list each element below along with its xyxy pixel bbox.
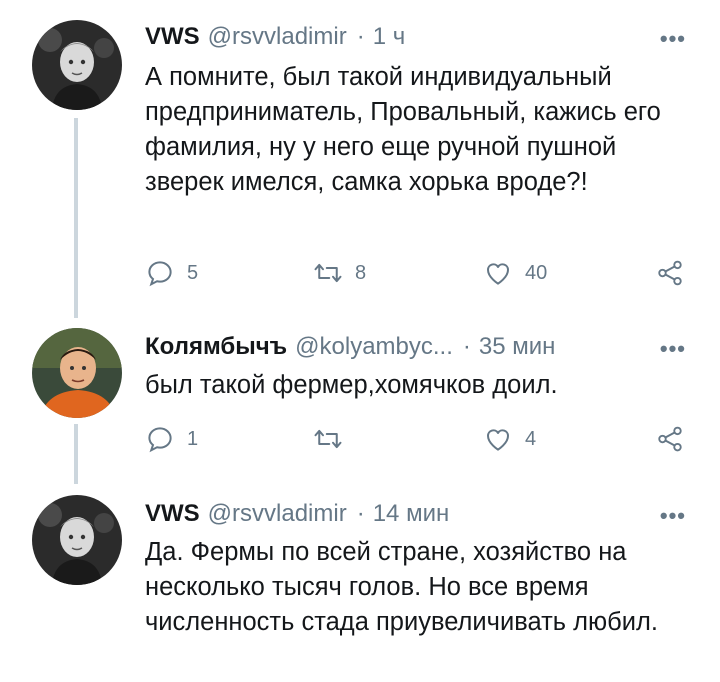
tweet-header: VWS @rsvvladimir · 14 мин xyxy=(145,499,449,529)
tweet-actions: 1 4 xyxy=(145,424,705,458)
like-button[interactable]: 4 xyxy=(483,424,536,454)
more-icon[interactable]: ••• xyxy=(660,26,686,52)
like-count: 4 xyxy=(525,427,537,450)
reply-icon xyxy=(148,261,172,287)
tweet-text: Да. Фермы по всей стране, хозяйство на н… xyxy=(145,538,658,636)
author-handle[interactable]: @rsvvladimir xyxy=(208,23,347,50)
separator: · xyxy=(462,333,471,360)
like-button[interactable]: 40 xyxy=(483,258,547,288)
retweet-count: 8 xyxy=(355,261,367,284)
share-icon xyxy=(658,426,682,452)
retweet-icon xyxy=(314,263,342,283)
retweet-icon xyxy=(314,429,342,449)
avatar-vws[interactable] xyxy=(32,495,122,585)
tweet-actions: 5 8 40 xyxy=(145,258,705,292)
retweet-button[interactable] xyxy=(313,424,355,454)
tweet-1[interactable]: VWS @rsvvladimir · 1 ч ••• А помните, был т… xyxy=(0,0,720,320)
like-icon xyxy=(486,429,510,451)
share-button[interactable] xyxy=(655,424,685,454)
tweet-header: VWS @rsvvladimir · 1 ч xyxy=(145,22,405,52)
thread-line xyxy=(74,118,78,318)
tweet-3[interactable]: VWS @rsvvladimir · 14 мин ••• Да. Фермы по … xyxy=(0,485,720,682)
author-name[interactable]: VWS xyxy=(145,500,200,527)
author-handle[interactable]: @kolyambyc... xyxy=(295,333,453,360)
timestamp[interactable]: 1 ч xyxy=(373,23,406,50)
reply-count: 5 xyxy=(187,261,199,284)
share-button[interactable] xyxy=(655,258,685,288)
more-icon[interactable]: ••• xyxy=(660,503,686,529)
tweet-text: А помните, был такой индивидуальный пред… xyxy=(145,63,661,196)
reply-icon xyxy=(148,427,172,453)
separator: · xyxy=(356,23,365,50)
reply-count: 1 xyxy=(187,427,199,450)
like-icon xyxy=(486,263,510,285)
timestamp[interactable]: 35 мин xyxy=(479,333,556,360)
author-name[interactable]: VWS xyxy=(145,23,200,50)
author-handle[interactable]: @rsvvladimir xyxy=(208,500,347,527)
like-count: 40 xyxy=(525,261,548,284)
timestamp[interactable]: 14 мин xyxy=(373,500,450,527)
avatar-vws[interactable] xyxy=(32,20,122,110)
reply-button[interactable]: 1 xyxy=(145,424,198,454)
tweet-header: Колямбычъ @kolyambyc... · 35 мин xyxy=(145,332,555,362)
thread-line xyxy=(74,424,78,484)
tweet-2[interactable]: Колямбычъ @kolyambyc... · 35 мин ••• был та… xyxy=(0,320,720,485)
retweet-button[interactable]: 8 xyxy=(313,258,366,288)
share-icon xyxy=(658,260,682,286)
avatar-kolyambych[interactable] xyxy=(32,328,122,418)
author-name[interactable]: Колямбычъ xyxy=(145,333,287,360)
tweet-text: был такой фермер,хомячков доил. xyxy=(145,371,558,399)
separator: · xyxy=(356,500,365,527)
reply-button[interactable]: 5 xyxy=(145,258,198,288)
more-icon[interactable]: ••• xyxy=(660,336,686,362)
